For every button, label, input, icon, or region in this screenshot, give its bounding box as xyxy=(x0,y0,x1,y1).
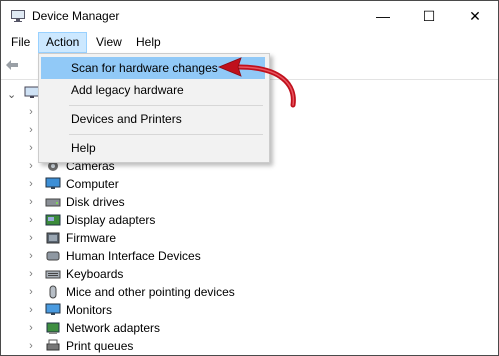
device-manager-window: Device Manager — ☐ ✕ File Action View He… xyxy=(0,0,499,356)
tree-row-print-queues[interactable]: › Print queues xyxy=(1,337,498,355)
tree-row-mice-and-other-pointing-devices[interactable]: › Mice and other pointing devices xyxy=(1,283,498,301)
menu-separator xyxy=(69,134,263,135)
device-manager-app-icon xyxy=(11,10,25,22)
window-title: Device Manager xyxy=(32,9,120,23)
tree-row-network-adapters[interactable]: › Network adapters xyxy=(1,319,498,337)
expand-chevron-icon[interactable]: › xyxy=(26,193,36,211)
tree-row-display-adapters[interactable]: › Display adapters xyxy=(1,211,498,229)
tree-row-disk-drives[interactable]: › Disk drives xyxy=(1,193,498,211)
minimize-button[interactable]: — xyxy=(360,1,406,31)
back-arrow-icon[interactable] xyxy=(5,59,19,71)
tree-row-computer[interactable]: › Computer xyxy=(1,175,498,193)
expand-chevron-icon[interactable]: › xyxy=(26,319,36,337)
tree-item-label: Print queues xyxy=(66,339,134,353)
menu-help[interactable]: Help xyxy=(129,33,168,52)
annotation-arrow-icon xyxy=(217,57,296,108)
tree-item-label: Monitors xyxy=(66,303,113,317)
menu-file[interactable]: File xyxy=(4,33,37,52)
expand-chevron-icon[interactable]: › xyxy=(26,103,36,121)
tree-item-label: Disk drives xyxy=(66,195,125,209)
tree-item-label: Human Interface Devices xyxy=(66,249,201,263)
tree-row-monitors[interactable]: › Monitors xyxy=(1,301,498,319)
computer-icon xyxy=(45,177,61,189)
tree-item-label: Keyboards xyxy=(66,267,124,281)
expand-chevron-icon[interactable]: › xyxy=(26,265,36,283)
tree-row-firmware[interactable]: › Firmware xyxy=(1,229,498,247)
hid-icon xyxy=(46,251,60,261)
expand-chevron-icon[interactable]: › xyxy=(26,283,36,301)
keyboard-icon xyxy=(45,270,61,279)
menu-view[interactable]: View xyxy=(89,33,129,52)
expand-chevron-icon[interactable]: › xyxy=(26,247,36,265)
display-adapter-icon xyxy=(45,214,61,226)
expand-chevron-icon[interactable]: › xyxy=(26,337,36,355)
firmware-icon xyxy=(46,232,60,244)
expand-chevron-icon[interactable]: › xyxy=(26,121,36,139)
expand-chevron-icon[interactable]: › xyxy=(26,139,36,157)
menu-item-devices-and-printers[interactable]: Devices and Printers xyxy=(41,108,265,130)
network-adapter-icon xyxy=(46,322,60,334)
title-bar[interactable]: Device Manager — ☐ ✕ xyxy=(1,1,498,31)
tree-item-label: Display adapters xyxy=(66,213,156,227)
expand-chevron-icon[interactable]: › xyxy=(26,301,36,319)
disk-drive-icon xyxy=(45,198,61,207)
tree-row-human-interface-devices[interactable]: › Human Interface Devices xyxy=(1,247,498,265)
expand-chevron-icon[interactable]: › xyxy=(26,211,36,229)
expand-chevron-icon[interactable]: › xyxy=(26,229,36,247)
tree-row-keyboards[interactable]: › Keyboards xyxy=(1,265,498,283)
close-button[interactable]: ✕ xyxy=(452,1,498,31)
mouse-icon xyxy=(49,285,57,299)
menu-item-help[interactable]: Help xyxy=(41,137,265,159)
menu-action[interactable]: Action xyxy=(38,32,88,53)
tree-item-label: Network adapters xyxy=(66,321,161,335)
tree-item-label: Computer xyxy=(66,177,119,191)
expand-chevron-icon[interactable]: › xyxy=(26,175,36,193)
expand-chevron-icon[interactable]: › xyxy=(26,157,36,175)
printer-icon xyxy=(46,339,60,351)
menu-bar: File Action View Help xyxy=(1,31,498,53)
monitor-icon xyxy=(45,303,61,315)
maximize-button[interactable]: ☐ xyxy=(406,1,452,31)
root-expand-chevron-icon[interactable]: ⌄ xyxy=(7,88,17,101)
tree-item-label: Firmware xyxy=(66,231,116,245)
tree-item-label: Mice and other pointing devices xyxy=(66,285,235,299)
